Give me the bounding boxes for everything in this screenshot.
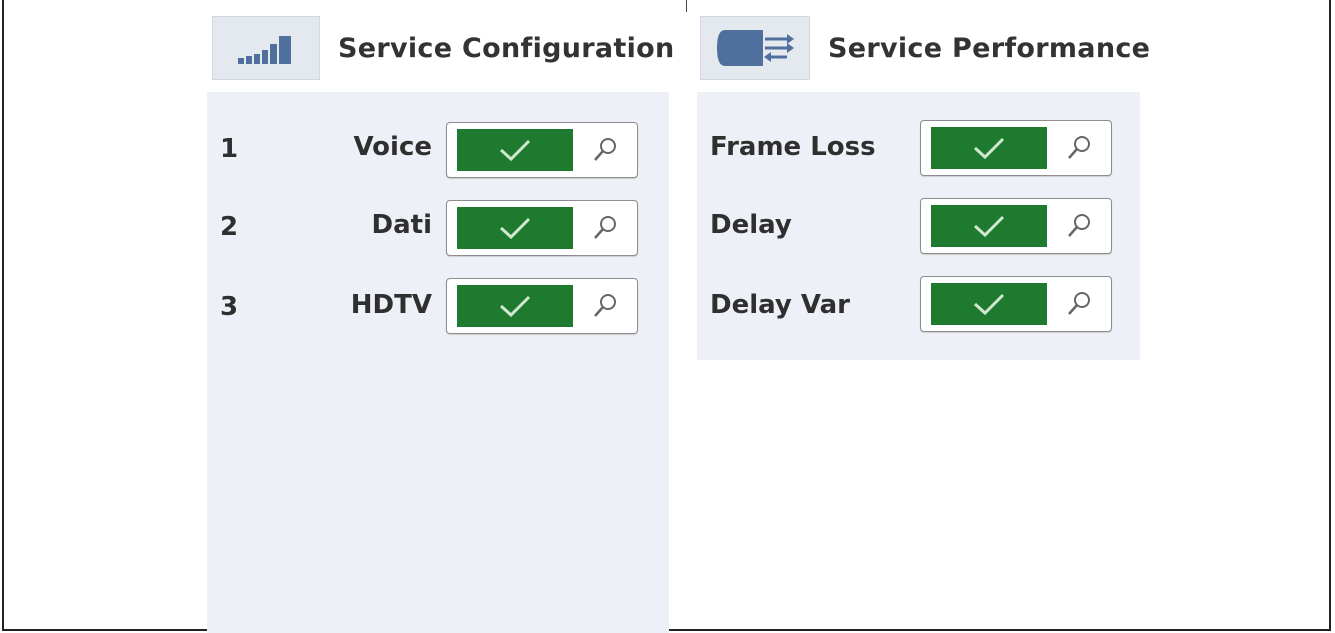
service-performance-title: Service Performance (828, 32, 1151, 64)
hdtv-status-control (446, 278, 638, 334)
flow-arrows-icon (700, 16, 810, 80)
service-label-dati: Dati (371, 210, 432, 240)
row-number: 2 (220, 212, 239, 242)
checkmark-icon (499, 139, 531, 162)
service-label-voice: Voice (353, 132, 432, 162)
checkmark-icon (499, 217, 531, 240)
metric-label-delay: Delay (710, 210, 792, 240)
voice-status-control (446, 122, 638, 178)
checkmark-icon (499, 295, 531, 318)
metric-label-delay-var: Delay Var (710, 290, 850, 320)
row-number: 3 (220, 292, 239, 322)
bar-chart-icon (212, 16, 320, 80)
checkmark-icon (973, 215, 1005, 238)
row-number: 1 (220, 134, 239, 164)
dati-status-control (446, 200, 638, 256)
pass-button[interactable] (457, 129, 573, 171)
magnifier-icon[interactable] (1059, 286, 1099, 322)
pass-button[interactable] (931, 283, 1047, 325)
divider (686, 0, 687, 12)
delay-var-status-control (920, 276, 1112, 332)
service-configuration-title: Service Configuration (338, 32, 675, 64)
service-performance-header[interactable]: Service Performance (700, 16, 1150, 80)
pass-button[interactable] (931, 205, 1047, 247)
magnifier-icon[interactable] (585, 210, 625, 246)
pass-button[interactable] (931, 127, 1047, 169)
service-configuration-header[interactable]: Service Configuration (212, 16, 675, 80)
delay-status-control (920, 198, 1112, 254)
frame-loss-status-control (920, 120, 1112, 176)
metric-label-frame-loss: Frame Loss (710, 132, 876, 162)
pass-button[interactable] (457, 285, 573, 327)
checkmark-icon (973, 293, 1005, 316)
magnifier-icon[interactable] (585, 132, 625, 168)
magnifier-icon[interactable] (585, 288, 625, 324)
magnifier-icon[interactable] (1059, 130, 1099, 166)
checkmark-icon (973, 137, 1005, 160)
pass-button[interactable] (457, 207, 573, 249)
service-label-hdtv: HDTV (350, 290, 432, 320)
magnifier-icon[interactable] (1059, 208, 1099, 244)
